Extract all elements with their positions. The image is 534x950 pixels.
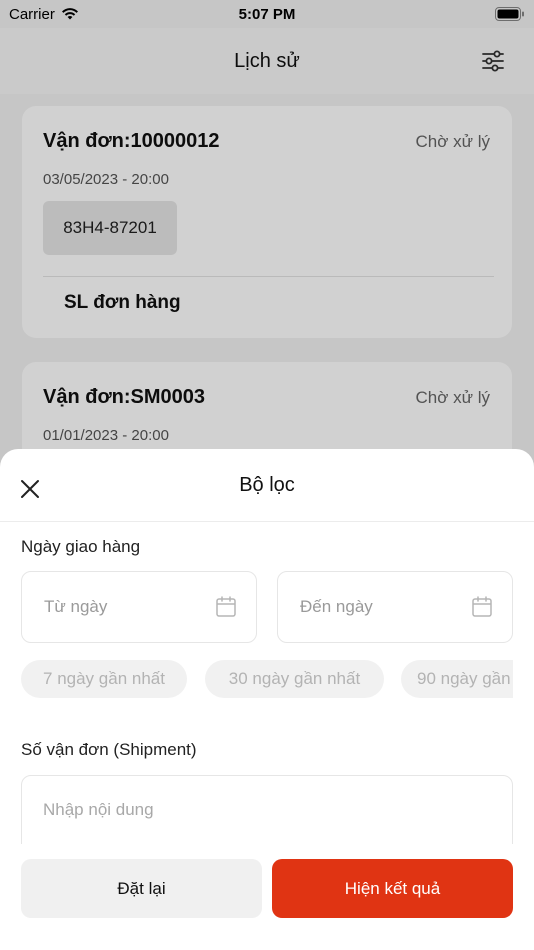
- sheet-header: Bộ lọc: [0, 449, 534, 522]
- reset-button[interactable]: Đặt lại: [21, 859, 262, 918]
- from-date-placeholder: Từ ngày: [44, 597, 108, 616]
- to-date-field[interactable]: Đến ngày: [277, 571, 513, 643]
- show-results-button[interactable]: Hiện kết quả: [272, 859, 513, 918]
- chip-90-days[interactable]: 90 ngày gần nhất: [401, 660, 513, 698]
- to-date-placeholder: Đến ngày: [300, 597, 373, 616]
- sheet-footer: Đặt lại Hiện kết quả: [0, 844, 534, 950]
- from-date-field[interactable]: Từ ngày: [21, 571, 257, 643]
- shipment-number-placeholder: Nhập nội dung: [43, 800, 154, 819]
- sheet-title: Bộ lọc: [239, 473, 295, 496]
- filter-sheet: Bộ lọc Ngày giao hàng Từ ngày Đến ngày 7…: [0, 449, 534, 950]
- calendar-icon: [216, 596, 236, 617]
- chip-30-days[interactable]: 30 ngày gần nhất: [205, 660, 384, 698]
- shipment-number-label: Số vận đơn (Shipment): [21, 740, 197, 759]
- calendar-icon: [472, 596, 492, 617]
- chip-7-days[interactable]: 7 ngày gần nhất: [21, 660, 187, 698]
- shipment-number-input[interactable]: Nhập nội dung: [21, 775, 513, 855]
- close-icon[interactable]: [18, 477, 42, 501]
- quick-range-chips: 7 ngày gần nhất 30 ngày gần nhất 90 ngày…: [21, 660, 513, 698]
- delivery-date-label: Ngày giao hàng: [21, 537, 141, 556]
